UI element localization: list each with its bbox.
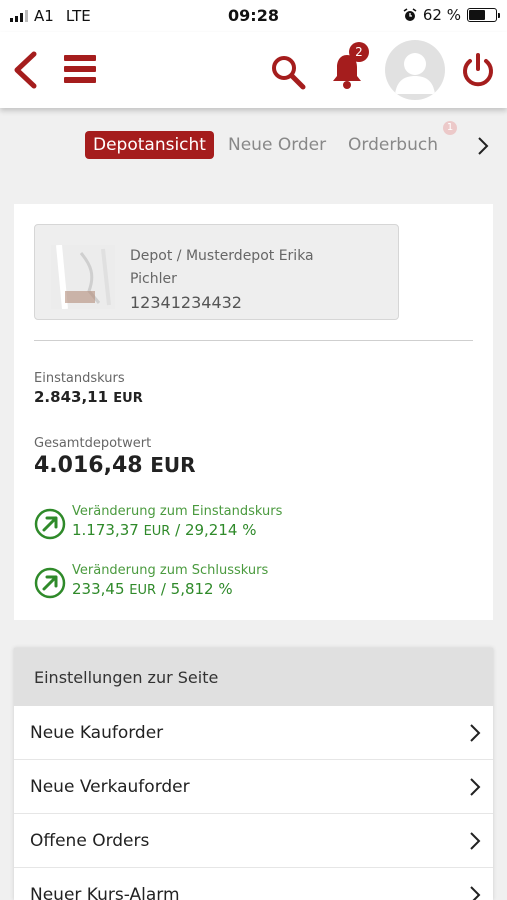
change-einstand-currency: EUR [143,524,171,539]
tab-orderbuch[interactable]: Orderbuch [348,131,438,159]
status-bar: A1 LTE 09:28 62 % [0,0,507,32]
menu-item-label: Neue Kauforder [30,723,164,743]
battery-icon [467,8,500,22]
back-arrow-icon[interactable] [12,51,38,89]
change-einstand: Veränderung zum Einstandskurs 1.173,37 E… [34,504,282,540]
change-einstand-label: Veränderung zum Einstandskurs [72,504,283,519]
avatar[interactable] [385,40,445,100]
search-icon[interactable] [270,54,306,90]
trend-up-icon [34,508,66,540]
depot-number: 12341234432 [130,293,242,312]
tab-depotansicht[interactable]: Depotansicht [85,131,214,159]
change-einstand-value: 1.173,37 EUR / 29,214 % [72,521,282,539]
gesamtdepotwert-value: 4.016,48 EUR [34,453,196,478]
change-schluss-percent: / 5,812 % [160,580,233,598]
depot-thumbnail [51,245,115,309]
menu-item-offene-orders[interactable]: Offene Orders [14,814,493,868]
tab-bar: Depotansicht Neue Order Orderbuch [0,128,507,164]
chevron-right-icon [470,832,481,850]
einstandskurs-amount: 2.843,11 [34,388,109,406]
hamburger-menu-icon[interactable] [64,54,96,84]
menu-item-label: Neue Verkauforder [30,777,190,797]
menu-item-neue-kauforder[interactable]: Neue Kauforder [14,706,493,760]
change-einstand-percent: / 29,214 % [175,521,257,539]
chevron-right-icon [470,778,481,796]
menu-item-label: Offene Orders [30,831,150,851]
depot-summary-card: Depot / Musterdepot Erika Pichler 123412… [14,204,493,620]
trend-up-icon [34,567,66,599]
depot-image-icon [51,245,115,309]
chevron-right-icon [470,886,481,900]
depot-name-line2: Pichler [130,271,177,287]
einstandskurs-value: 2.843,11 EUR [34,388,143,406]
status-right: 62 % [403,6,500,24]
menu-item-label: Neuer Kurs-Alarm [30,885,180,900]
change-schluss-label: Veränderung zum Schlusskurs [72,563,269,578]
tab-neue-order[interactable]: Neue Order [228,131,326,159]
gesamtdepotwert-amount: 4.016,48 [34,453,143,478]
divider [34,340,473,341]
alarm-clock-icon [403,8,417,21]
change-schluss-value: 233,45 EUR / 5,812 % [72,580,268,598]
depot-selector[interactable]: Depot / Musterdepot Erika Pichler 123412… [34,224,399,320]
change-schluss-currency: EUR [129,583,157,598]
depot-name-line1: Depot / Musterdepot Erika [130,248,314,264]
menu-item-neuer-kurs-alarm[interactable]: Neuer Kurs-Alarm [14,868,493,900]
chevron-right-icon [470,724,481,742]
einstandskurs-currency: EUR [113,391,143,406]
einstandskurs-label: Einstandskurs [34,371,125,386]
gesamtdepotwert-currency: EUR [150,453,196,477]
change-schluss-amount: 233,45 [72,580,125,598]
notification-badge: 2 [349,42,369,62]
power-icon[interactable] [460,52,496,88]
chevron-right-icon[interactable] [476,136,490,156]
menu-item-neue-verkauforder[interactable]: Neue Verkauforder [14,760,493,814]
change-einstand-amount: 1.173,37 [72,521,139,539]
settings-panel: Einstellungen zur Seite Neue Kauforder N… [14,648,493,900]
tab-badge: 1 [443,121,457,135]
app-header: 2 [0,32,507,108]
battery-percent: 62 % [422,6,461,24]
gesamtdepotwert-label: Gesamtdepotwert [34,436,152,451]
settings-title: Einstellungen zur Seite [14,648,493,706]
user-placeholder-icon [395,53,435,94]
change-schluss: Veränderung zum Schlusskurs 233,45 EUR /… [34,563,268,599]
